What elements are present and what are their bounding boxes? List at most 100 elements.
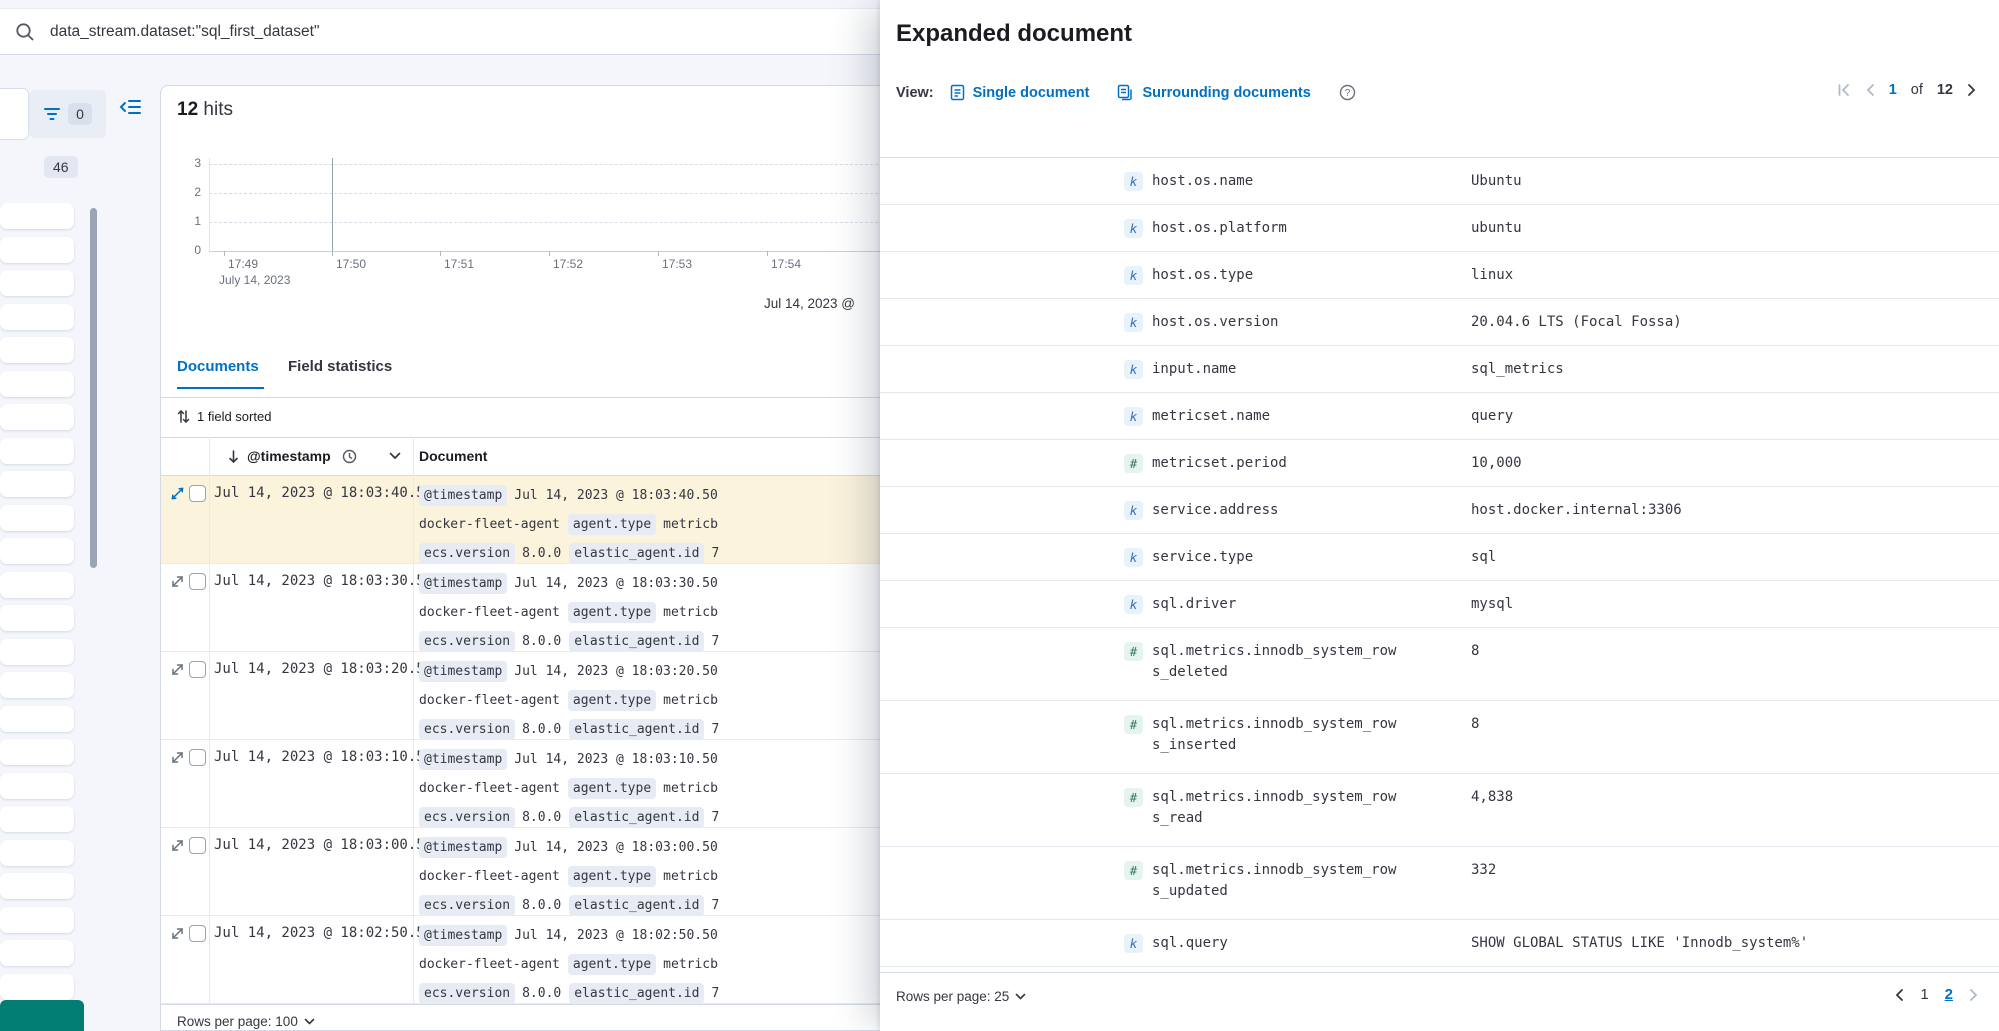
tab-documents[interactable]: Documents [177,358,259,375]
rows-per-page-button[interactable]: Rows per page: 100 [177,1014,315,1029]
fields-next-page-icon[interactable] [1969,988,1979,1002]
field-value-text: 7 [711,810,719,825]
current-doc-number: 1 [1889,82,1897,98]
keyword-token-icon: k [1124,172,1143,191]
field-list-item[interactable] [0,639,74,665]
expand-document-icon[interactable] [170,838,185,853]
field-value-text: metricb [663,781,718,796]
page-corner-teal-button[interactable] [0,1000,84,1031]
field-list-item[interactable] [0,471,74,497]
field-list-item[interactable] [0,672,74,698]
field-list-item[interactable] [0,371,74,397]
field-name-pill: agent.type [568,954,656,975]
field-name-pill: ecs.version [419,543,515,564]
y-axis-line [209,158,210,251]
fields-page-2[interactable]: 2 [1945,986,1953,1003]
field-list-item[interactable] [0,907,74,933]
field-list-item[interactable] [0,237,74,263]
keyword-token-icon: k [1124,219,1143,238]
expand-document-icon[interactable] [170,574,185,589]
sidebar-scrollbar[interactable] [90,208,97,568]
field-list-item[interactable] [0,304,74,330]
single-document-link[interactable]: Single document [950,84,1090,101]
field-list-item[interactable] [0,505,74,531]
fields-page-1[interactable]: 1 [1920,986,1928,1003]
y-axis-tick-label: 2 [173,185,201,199]
field-list-item[interactable] [0,404,74,430]
svg-text:?: ? [1345,88,1351,99]
field-list-item[interactable] [0,806,74,832]
tab-field-statistics[interactable]: Field statistics [288,358,392,375]
select-row-checkbox[interactable] [189,837,206,854]
field-name: sql.metrics.innodb_system_rows_deleted [1152,641,1400,683]
collapse-sidebar-button[interactable] [117,94,143,120]
field-value-text: metricb [663,517,718,532]
field-name-pill: agent.type [568,778,656,799]
x-axis-tick [658,251,659,256]
field-value-text: Jul 14, 2023 @ 18:03:00.50 [514,840,718,855]
field-value: ubuntu [1471,218,1522,239]
sort-fields-icon [177,409,190,424]
collapse-document-icon[interactable] [170,486,185,501]
x-axis-tick [440,251,441,256]
field-name-pill: @timestamp [419,573,507,594]
flyout-rows-per-page-button[interactable]: Rows per page: 25 [896,989,1026,1004]
help-icon[interactable]: ? [1339,84,1356,101]
query-input-value[interactable]: data_stream.dataset:"sql_first_dataset" [50,23,320,41]
field-list-item[interactable] [0,739,74,765]
field-name-pill: ecs.version [419,807,515,828]
field-list-item[interactable] [0,605,74,631]
fields-prev-page-icon[interactable] [1894,988,1904,1002]
field-list-item[interactable] [0,773,74,799]
field-value-text: Jul 14, 2023 @ 18:03:30.50 [514,576,718,591]
first-page-icon[interactable] [1837,83,1851,97]
field-search-input[interactable] [0,88,29,140]
field-list-item[interactable] [0,337,74,363]
select-row-checkbox[interactable] [189,749,206,766]
field-list-item[interactable] [0,203,74,229]
field-row: #sql.metrics.innodb_system_rows_updated3… [880,847,1999,920]
field-list-item[interactable] [0,974,74,1000]
expand-document-icon[interactable] [170,926,185,941]
field-sorted-label: 1 field sorted [197,409,271,424]
field-list-item[interactable] [0,438,74,464]
rows-per-page-label: Rows per page: 100 [177,1014,298,1029]
expand-document-icon[interactable] [170,750,185,765]
next-page-icon[interactable] [1967,83,1977,97]
field-row: #sql.metrics.innodb_system_rows_deleted8 [880,628,1999,701]
field-name-pill: ecs.version [419,631,515,652]
field-row: #sql.metrics.innodb_system_rows_read4,83… [880,774,1999,847]
field-list-item[interactable] [0,940,74,966]
select-row-checkbox[interactable] [189,661,206,678]
field-sorted-button[interactable]: 1 field sorted [177,409,271,424]
field-list-item[interactable] [0,706,74,732]
prev-page-icon[interactable] [1865,83,1875,97]
select-row-checkbox[interactable] [189,925,206,942]
document-icon [950,84,965,101]
document-column-header[interactable]: Document [419,448,487,464]
field-value-text: 7 [711,986,719,1001]
field-row: ksql.drivermysql [880,581,1999,628]
surrounding-documents-link[interactable]: Surrounding documents [1117,84,1310,101]
timestamp-column-menu-chevron-icon[interactable] [389,452,401,460]
expand-document-icon[interactable] [170,662,185,677]
x-axis-tick-label: 17:53 [662,257,692,271]
field-value-text: Jul 14, 2023 @ 18:03:10.50 [514,752,718,767]
field-list-item[interactable] [0,572,74,598]
field-value-text: 7 [711,898,719,913]
field-list-item[interactable] [0,538,74,564]
field-name-pill: @timestamp [419,925,507,946]
field-list-item[interactable] [0,270,74,296]
select-row-checkbox[interactable] [189,485,206,502]
flyout-view-row: View: Single document Surrounding docume… [896,84,1356,101]
select-row-checkbox[interactable] [189,573,206,590]
field-list [0,203,80,1031]
timestamp-column-header[interactable]: @timestamp [247,448,331,464]
field-list-item[interactable] [0,840,74,866]
field-filter-button[interactable]: 0 [29,90,106,138]
field-value-text: metricb [663,693,718,708]
field-list-item[interactable] [0,873,74,899]
field-value-text: docker-fleet-agent [419,869,560,884]
x-axis-tick [767,251,768,256]
field-row: kinput.namesql_metrics [880,346,1999,393]
